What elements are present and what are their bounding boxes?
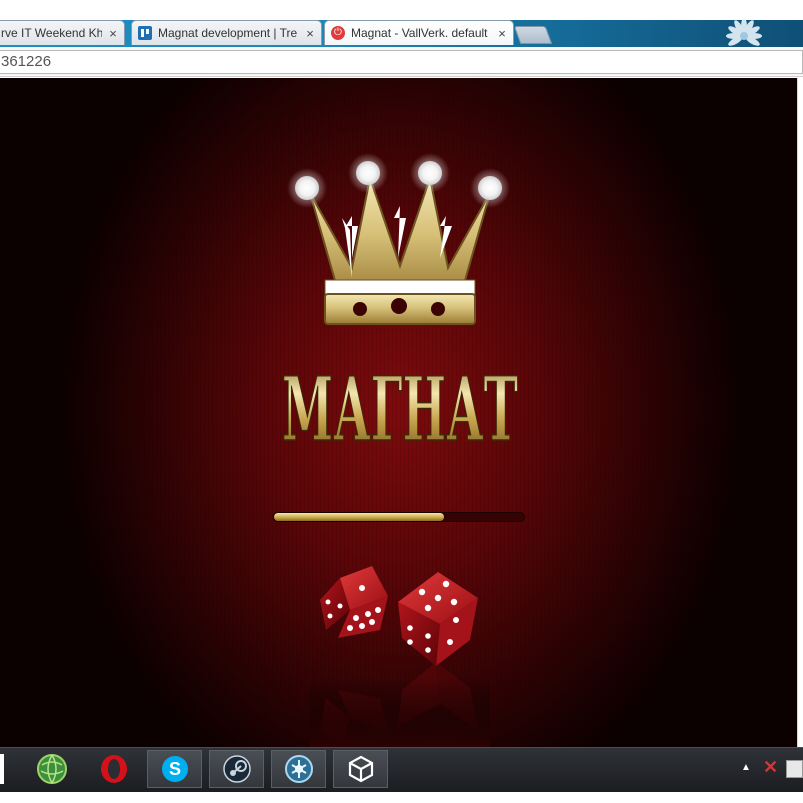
svg-text:S: S [168,759,180,779]
screen: rve IT Weekend Kha × Magnat development … [0,0,803,803]
network-app-icon [284,755,313,783]
new-tab-button[interactable] [513,26,553,44]
loading-progress-fill [274,513,444,521]
start-button-edge[interactable] [0,754,4,784]
loading-progress-bar [273,512,525,522]
power-icon: ⏻ [331,26,345,40]
taskbar-unity[interactable] [333,750,388,788]
action-center-flag-icon[interactable] [786,760,803,778]
tab-magnat-vallverk[interactable]: ⏻ Magnat - VallVerk. default × [324,20,514,45]
browser-tab-strip: rve IT Weekend Kha × Magnat development … [0,0,803,47]
tab-close-icon[interactable]: × [305,26,315,41]
windows-taskbar: S ▲ ✕ [0,747,803,792]
tab-title: Magnat - VallVerk. default [351,26,488,40]
tab-it-weekend[interactable]: rve IT Weekend Kha × [0,20,125,45]
taskbar-steam[interactable] [209,750,264,788]
taskbar-globe-app[interactable] [24,750,79,788]
address-bar: 361226 [0,47,803,77]
taskbar-network-app[interactable] [271,750,326,788]
tab-title: Magnat development | Tre [158,26,298,40]
window-edge [797,78,803,747]
flower-decoration-icon [726,18,762,46]
logo-text: МАГНАТ [282,357,518,456]
crown-logo-icon [287,153,510,325]
tab-title: rve IT Weekend Kha [1,26,102,40]
opera-icon [100,755,127,783]
tray-status-x-icon[interactable]: ✕ [763,757,778,778]
dice-illustration-icon [310,566,490,747]
tab-close-icon[interactable]: × [497,26,507,41]
globe-app-icon [36,754,67,784]
steam-icon [222,755,251,783]
url-input[interactable]: 361226 [0,50,803,74]
skype-icon: S [161,756,188,782]
taskbar-skype[interactable]: S [147,750,202,788]
tab-close-icon[interactable]: × [108,26,118,41]
tab-magnat-development[interactable]: Magnat development | Tre × [131,20,322,45]
show-hidden-icons-button[interactable]: ▲ [741,762,751,773]
game-logo-title: МАГНАТ [281,356,519,456]
trello-icon [138,26,152,40]
unity-icon [348,755,373,783]
game-loading-screen[interactable]: МАГНАТ [0,78,797,747]
taskbar-opera[interactable] [86,750,141,788]
